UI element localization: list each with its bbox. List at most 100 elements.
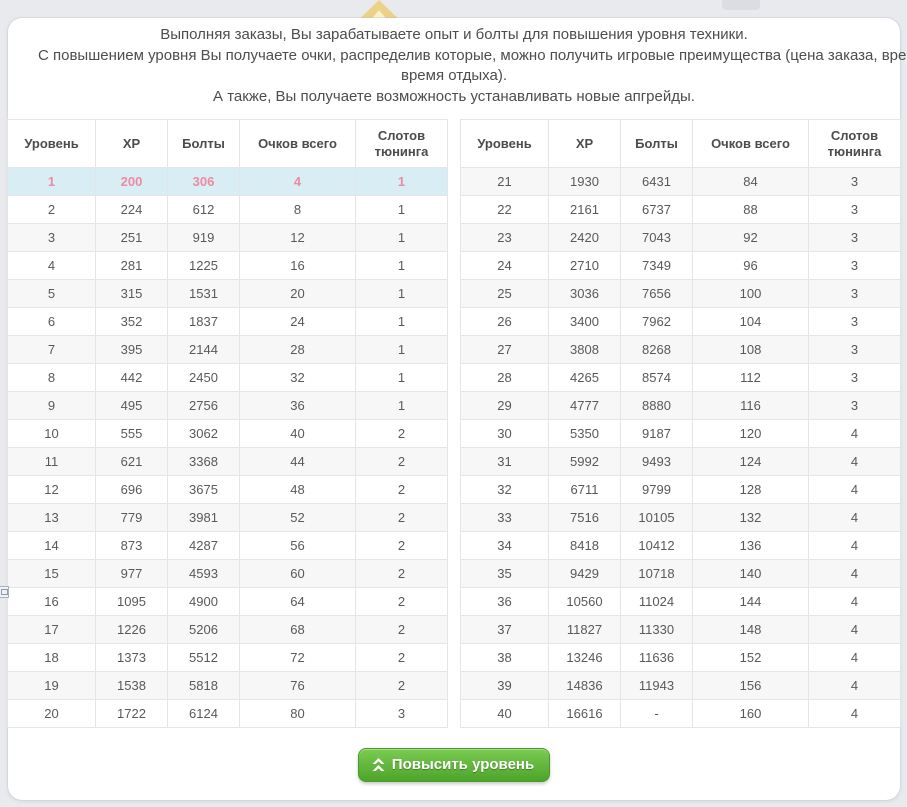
table-cell: 11636	[621, 644, 693, 672]
table-cell: 6	[8, 308, 96, 336]
table-cell: 12	[240, 224, 356, 252]
table-cell: 34	[461, 532, 549, 560]
table-cell: 80	[240, 700, 356, 728]
table-cell: 36	[240, 392, 356, 420]
table-cell: 3	[809, 224, 901, 252]
table-cell: 44	[240, 448, 356, 476]
background-artifact-icon	[0, 586, 9, 598]
table-cell: 4265	[549, 364, 621, 392]
table-cell: 3	[809, 392, 901, 420]
column-header-points-total: Очков всего	[240, 120, 356, 168]
table-cell: 3400	[549, 308, 621, 336]
table-cell: 27	[461, 336, 549, 364]
table-cell: 442	[96, 364, 168, 392]
column-header-points-total: Очков всего	[693, 120, 809, 168]
table-cell: 7656	[621, 280, 693, 308]
table-cell: 7516	[549, 504, 621, 532]
level-up-button[interactable]: Повысить уровень	[358, 748, 550, 782]
table-cell: 3981	[168, 504, 240, 532]
table-cell: 2756	[168, 392, 240, 420]
table-cell: 10	[8, 420, 96, 448]
table-cell: 1	[356, 336, 448, 364]
table-cell: 3	[356, 700, 448, 728]
table-cell: 9429	[549, 560, 621, 588]
table-cell: 68	[240, 616, 356, 644]
table-cell: 7	[8, 336, 96, 364]
table-cell: 14	[8, 532, 96, 560]
table-row: 27380882681083	[461, 336, 901, 364]
table-cell: 2	[356, 560, 448, 588]
table-cell: 1226	[96, 616, 168, 644]
table-row: 2017226124803	[8, 700, 448, 728]
table-cell: 22	[461, 196, 549, 224]
table-cell: 1538	[96, 672, 168, 700]
table-cell: 621	[96, 448, 168, 476]
table-cell: 4777	[549, 392, 621, 420]
table-cell: 60	[240, 560, 356, 588]
table-row: 348418104121364	[461, 532, 901, 560]
table-cell: 23	[461, 224, 549, 252]
table-cell: 3368	[168, 448, 240, 476]
table-cell: 8574	[621, 364, 693, 392]
table-cell: 8	[8, 364, 96, 392]
table-row: 3914836119431564	[461, 672, 901, 700]
table-cell: 18	[8, 644, 96, 672]
table-cell: 2	[356, 476, 448, 504]
level-table-right-body: 2119306431843222161673788323242070439232…	[461, 168, 901, 728]
table-cell: 11827	[549, 616, 621, 644]
table-cell: 92	[693, 224, 809, 252]
table-row: 4016616-1604	[461, 700, 901, 728]
table-cell: 4	[8, 252, 96, 280]
levels-panel: Выполняя заказы, Вы зарабатываете опыт и…	[8, 18, 900, 800]
table-cell: 48	[240, 476, 356, 504]
table-cell: 13246	[549, 644, 621, 672]
table-cell: 8418	[549, 532, 621, 560]
table-cell: 4	[809, 420, 901, 448]
table-cell: 2144	[168, 336, 240, 364]
intro-text: Выполняя заказы, Вы зарабатываете опыт и…	[8, 18, 900, 107]
table-cell: 4	[809, 476, 901, 504]
table-row: 63521837241	[8, 308, 448, 336]
table-cell: 9	[8, 392, 96, 420]
table-cell: 352	[96, 308, 168, 336]
double-chevron-up-icon	[372, 758, 385, 772]
table-cell: -	[621, 700, 693, 728]
table-cell: 6431	[621, 168, 693, 196]
table-cell: 40	[240, 420, 356, 448]
table-cell: 1	[8, 168, 96, 196]
intro-line-2: С повышением уровня Вы получаете очки, р…	[38, 46, 870, 67]
table-header-row: Уровень XP Болты Очков всего Слотов тюни…	[8, 120, 448, 168]
table-row: 1915385818762	[8, 672, 448, 700]
table-cell: 779	[96, 504, 168, 532]
column-header-level: Уровень	[461, 120, 549, 168]
table-cell: 1373	[96, 644, 168, 672]
table-cell: 20	[8, 700, 96, 728]
table-row: 1813735512722	[8, 644, 448, 672]
table-cell: 5206	[168, 616, 240, 644]
table-cell: 2	[356, 616, 448, 644]
table-cell: 6711	[549, 476, 621, 504]
table-cell: 3675	[168, 476, 240, 504]
level-up-button-label: Повысить уровень	[392, 756, 534, 773]
table-cell: 112	[693, 364, 809, 392]
table-cell: 4900	[168, 588, 240, 616]
table-cell: 152	[693, 644, 809, 672]
table-cell: 1	[356, 252, 448, 280]
table-cell: 2450	[168, 364, 240, 392]
table-cell: 8880	[621, 392, 693, 420]
table-row: 29477788801163	[461, 392, 901, 420]
table-cell: 4	[240, 168, 356, 196]
table-row: 3711827113301484	[461, 616, 901, 644]
table-row: 1712265206682	[8, 616, 448, 644]
table-row: 84422450321	[8, 364, 448, 392]
table-cell: 1095	[96, 588, 168, 616]
table-row: 26340079621043	[461, 308, 901, 336]
table-cell: 120	[693, 420, 809, 448]
table-cell: 16616	[549, 700, 621, 728]
table-cell: 11943	[621, 672, 693, 700]
table-cell: 21	[461, 168, 549, 196]
table-cell: 108	[693, 336, 809, 364]
table-cell: 76	[240, 672, 356, 700]
table-cell: 36	[461, 588, 549, 616]
table-cell: 919	[168, 224, 240, 252]
